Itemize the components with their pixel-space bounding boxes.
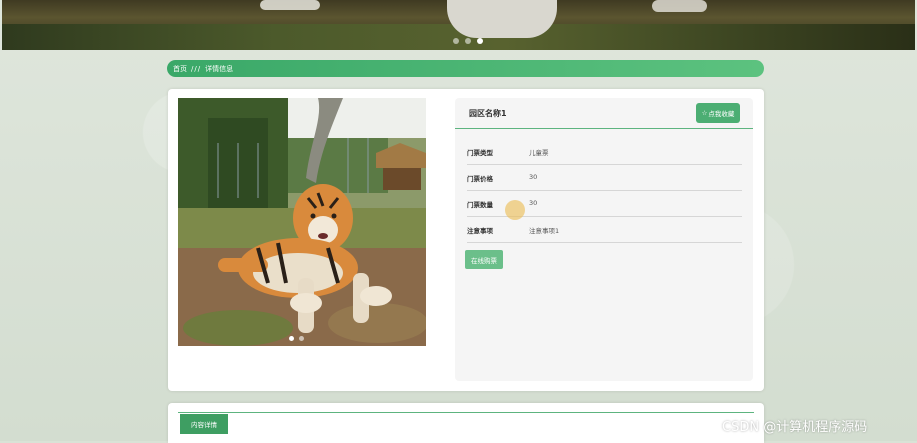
tab-content-detail[interactable]: 内容详情 <box>180 414 228 434</box>
banner-animal <box>447 0 557 38</box>
banner-dot[interactable] <box>465 38 471 44</box>
banner-dots <box>453 38 483 44</box>
tiger-photo <box>178 98 426 346</box>
title-divider <box>455 128 753 129</box>
field-value: 儿童票 <box>529 149 549 157</box>
field-value: 30 <box>529 173 538 181</box>
favorite-button[interactable]: ☆ 点我收藏 <box>696 103 740 123</box>
field-label: 门票类型 <box>467 149 493 157</box>
field-row-ticket-price: 门票价格 30 <box>467 164 742 191</box>
photo-dots <box>289 336 304 341</box>
field-row-notes: 注意事项 注意事项1 <box>467 216 742 243</box>
favorite-button-label: 点我收藏 <box>708 110 735 118</box>
breadcrumb: 首页 /// 详情信息 <box>167 60 764 77</box>
content-tab-divider <box>178 412 754 413</box>
content-detail-card: 内容详情 <box>168 403 764 443</box>
csdn-watermark: CSDN @计算机程序源码 <box>722 420 868 435</box>
park-name: 园区名称1 <box>469 109 507 118</box>
photo-dot[interactable] <box>299 336 304 341</box>
star-icon: ☆ <box>701 109 708 117</box>
banner-dot-active[interactable] <box>477 38 483 44</box>
detail-card: 园区名称1 ☆ 点我收藏 门票类型 儿童票 门票价格 30 门票数量 30 注意… <box>168 89 764 391</box>
breadcrumb-separator: /// <box>191 64 202 73</box>
field-value: 30 <box>529 199 538 207</box>
breadcrumb-current: 详情信息 <box>205 64 234 73</box>
banner-dot[interactable] <box>453 38 459 44</box>
field-label: 门票价格 <box>467 175 493 183</box>
field-label: 注意事项 <box>467 227 493 235</box>
buy-ticket-button[interactable]: 在线购票 <box>465 250 503 269</box>
photo-dot-active[interactable] <box>289 336 294 341</box>
mouse-cursor-highlight <box>505 200 525 220</box>
field-row-ticket-type: 门票类型 儿童票 <box>467 138 742 165</box>
banner-carousel[interactable] <box>2 0 915 50</box>
field-label: 门票数量 <box>467 201 493 209</box>
field-value: 注意事项1 <box>529 227 560 235</box>
info-panel: 园区名称1 ☆ 点我收藏 门票类型 儿童票 门票价格 30 门票数量 30 注意… <box>455 98 753 381</box>
product-photo-carousel[interactable] <box>178 98 426 346</box>
breadcrumb-home[interactable]: 首页 <box>173 64 187 74</box>
banner-animal <box>260 0 320 10</box>
banner-animal <box>652 0 707 12</box>
